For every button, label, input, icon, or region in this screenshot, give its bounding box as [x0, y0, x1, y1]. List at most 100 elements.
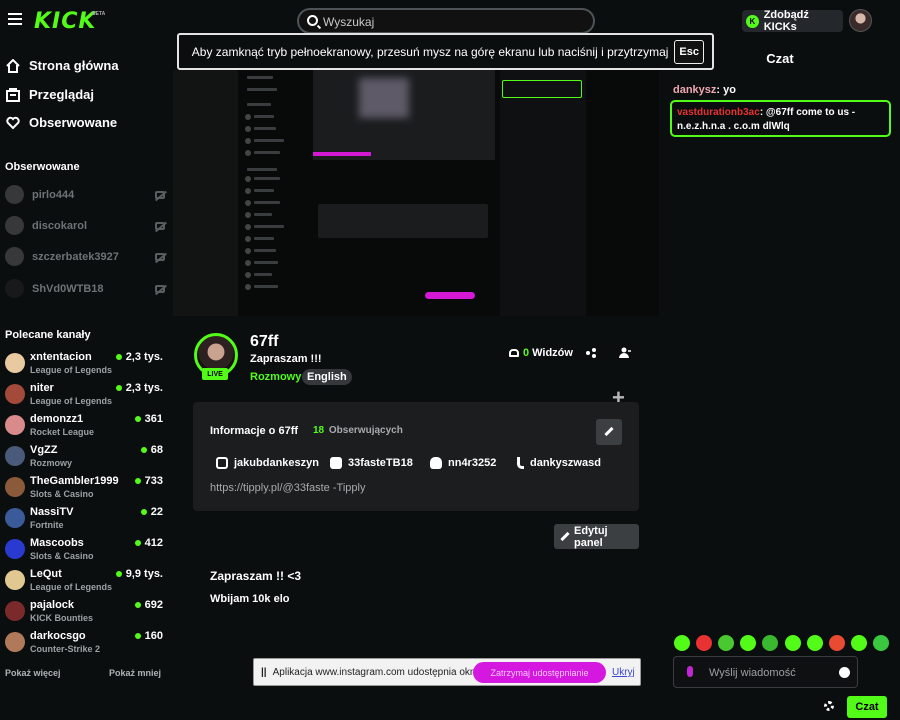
- avatar: [5, 216, 24, 235]
- recommended-channel[interactable]: TheGambler1999 Slots & Casino 733: [5, 474, 163, 504]
- emote-icon[interactable]: [674, 635, 690, 651]
- chat-input[interactable]: [709, 665, 839, 681]
- follow-icon[interactable]: [619, 347, 631, 358]
- viewer-count: 0 Widzów: [509, 347, 573, 359]
- search-icon: [307, 15, 318, 26]
- followed-section-title: Obserwowane: [5, 161, 80, 173]
- chat-input-box[interactable]: [673, 656, 858, 688]
- hide-link[interactable]: Ukryj: [612, 667, 635, 678]
- microphone-icon[interactable]: [687, 666, 693, 677]
- emote-icon[interactable]: [872, 635, 889, 651]
- followed-channel[interactable]: szczerbatek3927: [5, 247, 165, 266]
- preview-sidebar: [243, 70, 311, 310]
- followed-channel-name: pirlo444: [32, 188, 75, 201]
- video-player[interactable]: [173, 70, 659, 316]
- pause-icon: ||: [261, 666, 267, 678]
- preview-share-button: [425, 292, 475, 299]
- avatar: [5, 601, 25, 621]
- recommended-channel[interactable]: demonzz1 Rocket League 361: [5, 412, 163, 442]
- recommended-channel[interactable]: VgZZ Rozmowy 68: [5, 443, 163, 473]
- followed-channel[interactable]: ShVd0WTB18: [5, 279, 165, 298]
- emote-icon[interactable]: [696, 635, 713, 651]
- stop-sharing-button[interactable]: Zatrzymaj udostępnianie: [473, 662, 606, 683]
- show-less-link[interactable]: Pokaż mniej: [109, 668, 161, 678]
- recommended-section-title: Polecane kanały: [5, 329, 91, 341]
- get-kicks-button[interactable]: K Zdobądź KICKs: [742, 9, 843, 33]
- send-chat-button[interactable]: Czat: [847, 696, 887, 718]
- youtube-icon: [330, 457, 342, 469]
- emote-icon[interactable]: [718, 635, 735, 651]
- nav-following[interactable]: Obserwowane: [6, 115, 117, 130]
- recommended-channel-name: Mascoobs: [30, 537, 84, 549]
- preview-blur: [359, 78, 409, 118]
- emote-icon[interactable]: [850, 635, 867, 651]
- recommended-channel-category: League of Legends: [30, 365, 113, 375]
- viewers-icon: [509, 349, 519, 357]
- chat-username[interactable]: dankysz: [673, 84, 716, 96]
- emote-icon[interactable]: [806, 635, 823, 651]
- recommended-channel[interactable]: niter League of Legends 2,3 tys.: [5, 381, 163, 411]
- user-avatar[interactable]: [849, 9, 872, 32]
- social-link-tiktok[interactable]: dankyszwasd: [517, 457, 601, 469]
- edit-panel-button[interactable]: Edytuj panel: [554, 524, 639, 549]
- stream-category[interactable]: Rozmowy: [250, 371, 301, 383]
- recommended-channel[interactable]: NassiTV Fortnite 22: [5, 505, 163, 535]
- recommended-channel-viewers: 2,3 tys.: [116, 351, 163, 363]
- recommended-channel-name: xntentacion: [30, 351, 92, 363]
- chat-panel: Czat dankysz: yo vastdurationb3ac: @67ff…: [667, 42, 900, 720]
- followed-channel-name: discokarol: [32, 219, 88, 232]
- channel-name[interactable]: 67ff: [250, 333, 278, 351]
- recommended-channel-name: niter: [30, 382, 54, 394]
- chat-username[interactable]: vastdurationb3ac: [677, 107, 760, 118]
- recommended-channel-name: TheGambler1999: [30, 475, 119, 487]
- emote-icon[interactable]: [828, 635, 845, 651]
- recommended-channel-name: darkocsgo: [30, 630, 86, 642]
- edit-about-button[interactable]: [596, 419, 622, 445]
- panel-title: Zapraszam !! <3: [210, 569, 302, 583]
- share-icon[interactable]: [586, 348, 596, 358]
- search-bar[interactable]: [297, 8, 595, 34]
- stream-tag[interactable]: English: [302, 369, 352, 385]
- home-icon: [6, 58, 20, 73]
- avatar: [5, 508, 25, 528]
- nav-browse-label: Przeglądaj: [29, 87, 95, 102]
- offline-icon: [155, 190, 165, 199]
- pencil-icon: [560, 531, 570, 542]
- emoji-icon[interactable]: [839, 667, 850, 678]
- recommended-channel-name: LeQut: [30, 568, 62, 580]
- esc-key: Esc: [674, 39, 704, 64]
- recommended-channel-category: Rocket League: [30, 427, 95, 437]
- emote-icon[interactable]: [784, 635, 801, 651]
- nav-home[interactable]: Strona główna: [6, 58, 119, 73]
- nav-home-label: Strona główna: [29, 58, 119, 73]
- social-link-discord[interactable]: nn4r3252: [430, 457, 496, 469]
- gear-icon[interactable]: [824, 701, 834, 711]
- offline-icon: [155, 221, 165, 230]
- avatar: [5, 570, 25, 590]
- search-input[interactable]: [323, 14, 583, 30]
- followers-label: Obserwujących: [328, 425, 403, 436]
- recommended-channel[interactable]: LeQut League of Legends 9,9 tys.: [5, 567, 163, 597]
- emote-icon[interactable]: [740, 635, 757, 651]
- recommended-channel[interactable]: xntentacion League of Legends 2,3 tys.: [5, 350, 163, 380]
- emote-icon[interactable]: [762, 635, 779, 651]
- nav-browse[interactable]: Przeglądaj: [6, 87, 94, 102]
- kick-logo[interactable]: KICK: [34, 9, 96, 34]
- followed-channel[interactable]: pirlo444: [5, 185, 165, 204]
- recommended-channel-viewers: 2,3 tys.: [116, 382, 163, 394]
- recommended-channel-name: demonzz1: [30, 413, 84, 425]
- show-more-less: Pokaż więcej Pokaż mniej: [5, 668, 161, 678]
- menu-icon[interactable]: [8, 13, 22, 25]
- recommended-channel[interactable]: pajalock KICK Bounties 692: [5, 598, 163, 628]
- avatar: [5, 247, 24, 266]
- followed-channel-name: ShVd0WTB18: [32, 282, 104, 295]
- recommended-channel[interactable]: darkocsgo Counter-Strike 2 160: [5, 629, 163, 659]
- show-more-link[interactable]: Pokaż więcej: [5, 668, 61, 678]
- tipply-link[interactable]: https://tipply.pl/@33faste -Tipply: [210, 482, 365, 494]
- followed-channel-name: szczerbatek3927: [32, 250, 119, 263]
- social-link-instagram[interactable]: jakubdankeszyn: [216, 457, 319, 469]
- recommended-channel[interactable]: Mascoobs Slots & Casino 412: [5, 536, 163, 566]
- discord-icon: [430, 457, 442, 469]
- followed-channel[interactable]: discokarol: [5, 216, 165, 235]
- social-link-youtube[interactable]: 33fasteTB18: [330, 457, 413, 469]
